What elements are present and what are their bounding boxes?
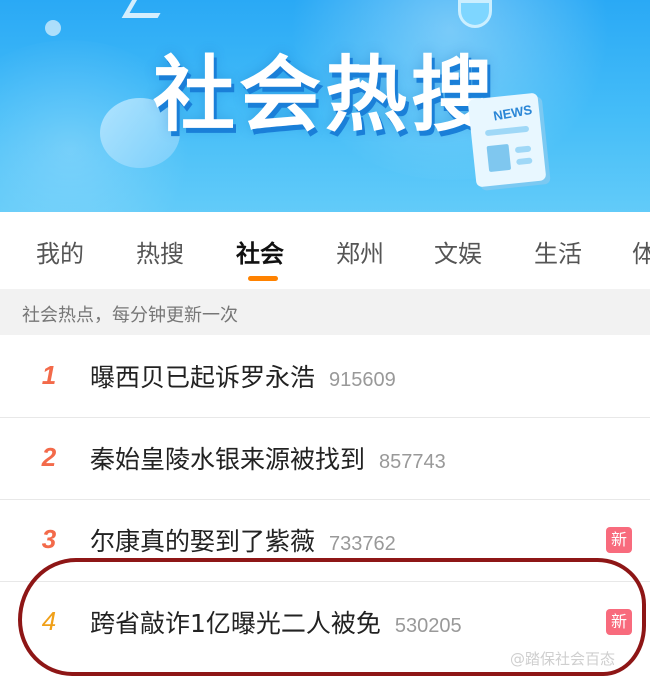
rank-number: 2 (41, 442, 57, 472)
new-badge: 新 (606, 527, 632, 553)
topic-title: 曝西贝已起诉罗永浩 915609 (90, 358, 396, 394)
topic-text: 跨省敲诈1亿曝光二人被免 (90, 609, 381, 638)
tab-zhengzhou[interactable]: 郑州 (336, 234, 384, 269)
topic-title: 秦始皇陵水银来源被找到 857743 (90, 440, 446, 476)
active-tab-indicator (248, 276, 278, 281)
tab-mine[interactable]: 我的 (36, 234, 84, 269)
heat-count: 915609 (329, 369, 396, 391)
news-line (514, 145, 532, 154)
new-badge: 新 (606, 609, 632, 635)
heat-count: 530205 (394, 615, 462, 637)
newspaper-icon: NEWS (467, 92, 547, 188)
topic-title: 尔康真的娶到了紫薇 733762 (90, 522, 396, 558)
category-tabs: 我的 热搜 社会 郑州 文娱 生活 体 (0, 212, 650, 288)
heat-count: 857743 (379, 451, 446, 473)
heat-count: 733762 (329, 533, 396, 555)
banner: 社会热搜 NEWS (0, 0, 650, 212)
arrow-icon (121, 0, 171, 18)
list-item[interactable]: 2 秦始皇陵水银来源被找到 857743 (0, 418, 650, 500)
topic-text: 曝西贝已起诉罗永浩 (90, 363, 316, 392)
tab-society[interactable]: 社会 (236, 234, 284, 269)
rank-number: 1 (41, 360, 57, 390)
news-label: NEWS (492, 101, 534, 124)
list-item[interactable]: 1 曝西贝已起诉罗永浩 915609 (0, 336, 650, 418)
news-line (484, 125, 530, 137)
topic-text: 尔康真的娶到了紫薇 (90, 527, 316, 556)
banner-title: 社会热搜 (152, 48, 497, 143)
rank-number: 3 (41, 524, 57, 554)
news-line (516, 157, 533, 166)
tab-hot-search[interactable]: 热搜 (136, 234, 184, 269)
tab-life[interactable]: 生活 (534, 234, 582, 269)
list-item[interactable]: 3 尔康真的娶到了紫薇 733762 新 (0, 500, 650, 582)
tab-entertainment[interactable]: 文娱 (434, 234, 482, 269)
news-block (486, 143, 512, 173)
subtitle-text: 社会热点，每分钟更新一次 (22, 305, 238, 326)
rank-number: 4 (41, 606, 57, 636)
tab-sports[interactable]: 体 (632, 234, 650, 269)
topic-title: 跨省敲诈1亿曝光二人被免 530205 (90, 604, 462, 640)
watermark: @踏保社会百态 (510, 650, 616, 668)
subtitle-bar: 社会热点，每分钟更新一次 (0, 289, 650, 335)
topic-text: 秦始皇陵水银来源被找到 (90, 445, 366, 474)
